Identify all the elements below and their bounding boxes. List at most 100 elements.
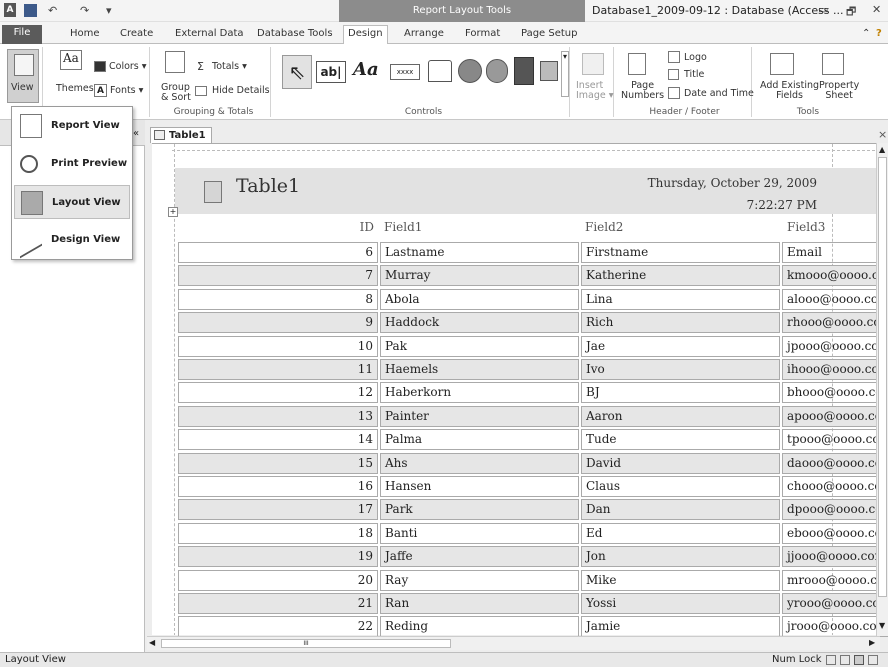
save-icon[interactable]: [24, 4, 37, 17]
cell-id[interactable]: 17: [178, 499, 378, 521]
cell-field2[interactable]: Yossi: [581, 593, 780, 614]
scroll-down-icon[interactable]: ▼: [879, 621, 885, 630]
column-header-field2[interactable]: Field2: [585, 220, 623, 234]
cell-field2[interactable]: Firstname: [581, 242, 780, 263]
cell-field1[interactable]: Ran: [380, 593, 579, 614]
cell-field3[interactable]: tpooo@oooo.cor: [782, 429, 888, 451]
cell-field3[interactable]: bhooo@oooo.co: [782, 382, 888, 404]
design-view-mini-icon[interactable]: [868, 655, 878, 665]
fonts-button[interactable]: Fonts ▾: [110, 85, 143, 96]
cell-field1[interactable]: Ray: [380, 569, 579, 591]
controls-more-icon[interactable]: ▾: [561, 51, 569, 97]
add-existing-fields-button[interactable]: Add Existing Fields: [760, 81, 819, 101]
cell-field3[interactable]: chooo@oooo.co: [782, 476, 888, 497]
colors-button[interactable]: Colors ▾: [109, 61, 147, 72]
cell-id[interactable]: 14: [178, 429, 378, 451]
cell-id[interactable]: 21: [178, 593, 378, 614]
cell-field1[interactable]: Painter: [380, 405, 579, 427]
cell-field2[interactable]: Jamie: [581, 616, 780, 638]
logo-button[interactable]: Logo: [684, 52, 707, 63]
navigation-control-icon[interactable]: [514, 57, 534, 85]
close-document-icon[interactable]: ×: [878, 128, 887, 141]
cell-field3[interactable]: ebooo@oooo.co: [782, 522, 888, 544]
cell-field3[interactable]: jrooo@oooo.con: [782, 616, 888, 638]
textbox-control-icon[interactable]: ab|: [316, 61, 346, 83]
cell-field2[interactable]: Tude: [581, 429, 780, 451]
cell-field2[interactable]: Jae: [581, 335, 780, 357]
column-header-field1[interactable]: Field1: [384, 220, 422, 234]
vscroll-thumb[interactable]: [878, 157, 887, 597]
tab-external-data[interactable]: External Data: [171, 26, 248, 44]
cell-field3[interactable]: rhooo@oooo.cor: [782, 312, 888, 334]
tab-file[interactable]: File: [2, 25, 42, 44]
scroll-thumb[interactable]: III: [161, 639, 451, 648]
view-button[interactable]: View: [7, 49, 39, 103]
cell-field2[interactable]: Ivo: [581, 359, 780, 380]
minimize-button[interactable]: ▭: [818, 3, 828, 16]
themes-button[interactable]: Themes: [56, 83, 94, 94]
cell-field3[interactable]: dpooo@oooo.co: [782, 499, 888, 521]
cell-id[interactable]: 13: [178, 405, 378, 427]
cell-field1[interactable]: Banti: [380, 522, 579, 544]
scroll-right-icon[interactable]: ▶: [869, 638, 875, 647]
cell-id[interactable]: 8: [178, 288, 378, 310]
page-numbers-button[interactable]: Page Numbers: [621, 81, 664, 101]
customize-qa-icon[interactable]: ▾: [106, 3, 112, 18]
cell-field2[interactable]: Jon: [581, 546, 780, 568]
cell-field2[interactable]: Katherine: [581, 265, 780, 287]
menu-item-print-preview[interactable]: Print Preview: [14, 147, 130, 181]
column-header-field3[interactable]: Field3: [787, 220, 825, 234]
cell-id[interactable]: 6: [178, 242, 378, 263]
menu-item-report-view[interactable]: Report View: [14, 109, 130, 143]
hyperlink-icon[interactable]: [458, 59, 482, 83]
cell-field1[interactable]: Jaffe: [380, 546, 579, 568]
cell-field3[interactable]: jpooo@oooo.cor: [782, 335, 888, 357]
cell-field3[interactable]: ihooo@oooo.cor: [782, 359, 888, 380]
cell-field1[interactable]: Pak: [380, 335, 579, 357]
property-sheet-button[interactable]: Property Sheet: [819, 81, 859, 101]
tab-control-icon[interactable]: [428, 60, 452, 82]
cell-field1[interactable]: Haddock: [380, 312, 579, 334]
report-view-mini-icon[interactable]: [826, 655, 836, 665]
print-preview-mini-icon[interactable]: [840, 655, 850, 665]
cell-field3[interactable]: alooo@oooo.con: [782, 288, 888, 310]
tab-database-tools[interactable]: Database Tools: [253, 26, 337, 44]
cell-field2[interactable]: Claus: [581, 476, 780, 497]
cell-id[interactable]: 9: [178, 312, 378, 334]
document-tab[interactable]: Table1: [150, 127, 212, 143]
layout-view-mini-icon[interactable]: [854, 655, 864, 665]
close-button[interactable]: ✕: [872, 3, 881, 16]
cell-field3[interactable]: apooo@oooo.cor: [782, 405, 888, 427]
menu-item-layout-view[interactable]: Layout View: [14, 185, 130, 219]
cell-field3[interactable]: kmooo@oooo.cc: [782, 265, 888, 287]
cell-field3[interactable]: mrooo@oooo.co: [782, 569, 888, 591]
cell-field1[interactable]: Lastname: [380, 242, 579, 263]
label-control-icon[interactable]: Aa: [353, 59, 379, 80]
cell-field1[interactable]: Haemels: [380, 359, 579, 380]
select-icon[interactable]: ⇖: [282, 55, 312, 89]
scroll-left-icon[interactable]: ◀: [149, 638, 155, 647]
totals-button[interactable]: Totals ▾: [212, 61, 247, 72]
cell-field2[interactable]: Lina: [581, 288, 780, 310]
cell-field2[interactable]: Dan: [581, 499, 780, 521]
vertical-scrollbar[interactable]: ▲ ▼: [876, 143, 888, 636]
undo-icon[interactable]: ↶: [48, 3, 57, 18]
cell-field3[interactable]: yrooo@oooo.cor: [782, 593, 888, 614]
cell-field2[interactable]: BJ: [581, 382, 780, 404]
report-date[interactable]: Thursday, October 29, 2009: [600, 176, 817, 190]
help-icon[interactable]: ?: [872, 26, 886, 44]
tab-format[interactable]: Format: [461, 26, 504, 44]
cell-field2[interactable]: Ed: [581, 522, 780, 544]
cell-id[interactable]: 11: [178, 359, 378, 380]
nav-collapse-icon[interactable]: «: [133, 128, 139, 139]
tab-page-setup[interactable]: Page Setup: [517, 26, 582, 44]
cell-id[interactable]: 22: [178, 616, 378, 638]
cell-id[interactable]: 18: [178, 522, 378, 544]
cell-field3[interactable]: Email: [782, 242, 888, 263]
cell-field1[interactable]: Park: [380, 499, 579, 521]
menu-item-design-view[interactable]: Design View: [14, 221, 130, 259]
insert-image-button[interactable]: Insert Image ▾: [576, 81, 614, 101]
cell-id[interactable]: 7: [178, 265, 378, 287]
cell-id[interactable]: 10: [178, 335, 378, 357]
cell-field3[interactable]: jjooo@oooo.com: [782, 546, 888, 568]
